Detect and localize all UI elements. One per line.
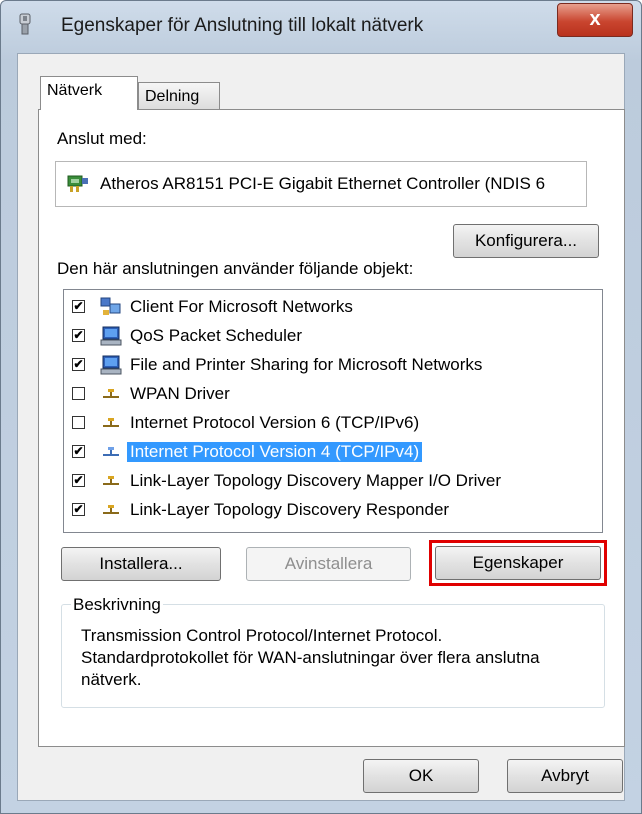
item-checkbox[interactable]: ✔ xyxy=(72,474,85,487)
ok-button[interactable]: OK xyxy=(363,759,479,793)
item-checkbox[interactable] xyxy=(72,387,85,400)
configure-button[interactable]: Konfigurera... xyxy=(453,224,599,258)
item-label: Internet Protocol Version 6 (TCP/IPv6) xyxy=(130,413,420,432)
list-item[interactable]: ✔ Client For Microsoft Networks xyxy=(64,294,602,323)
protocol-icon xyxy=(103,389,119,398)
item-checkbox[interactable]: ✔ xyxy=(72,300,85,313)
item-label: Client For Microsoft Networks xyxy=(130,297,353,316)
protocol-icon xyxy=(103,505,119,514)
protocol-icon xyxy=(103,476,119,485)
list-item-selected[interactable]: ✔ Internet Protocol Version 4 (TCP/IPv4) xyxy=(64,439,602,468)
item-label: Link-Layer Topology Discovery Responder xyxy=(130,500,450,519)
tab-sharing[interactable]: Delning xyxy=(138,82,220,110)
item-label: WPAN Driver xyxy=(130,384,230,403)
item-label: QoS Packet Scheduler xyxy=(130,326,302,345)
dialog-window: Egenskaper för Anslutning till lokalt nä… xyxy=(0,0,642,814)
item-checkbox[interactable]: ✔ xyxy=(72,358,85,371)
items-list[interactable]: ✔ Client For Microsoft Networks ✔ QoS Pa… xyxy=(63,289,603,533)
item-label: Internet Protocol Version 4 (TCP/IPv4) xyxy=(127,442,423,462)
uninstall-button[interactable]: Avinstallera xyxy=(246,547,411,581)
install-button[interactable]: Installera... xyxy=(61,547,221,581)
network-connection-icon xyxy=(19,13,31,35)
list-item[interactable]: ✔ File and Printer Sharing for Microsoft… xyxy=(64,352,602,381)
computer-icon xyxy=(100,326,122,346)
properties-highlight xyxy=(429,540,607,586)
title-bar[interactable]: Egenskaper för Anslutning till lokalt nä… xyxy=(1,1,641,51)
item-checkbox[interactable]: ✔ xyxy=(72,445,85,458)
window-title: Egenskaper för Anslutning till lokalt nä… xyxy=(61,15,424,36)
network-adapter-icon xyxy=(67,175,88,192)
adapter-field: Atheros AR8151 PCI-E Gigabit Ethernet Co… xyxy=(55,161,587,207)
description-text: Transmission Control Protocol/Internet P… xyxy=(81,626,540,689)
item-label: Link-Layer Topology Discovery Mapper I/O… xyxy=(130,471,501,490)
list-item[interactable]: ✔ Link-Layer Topology Discovery Mapper I… xyxy=(64,468,602,497)
computer-icon xyxy=(100,355,122,375)
description-title: Beskrivning xyxy=(71,595,163,615)
protocol-icon xyxy=(103,447,119,456)
connect-with-label: Anslut med: xyxy=(57,129,147,148)
close-button[interactable]: x xyxy=(557,3,633,37)
adapter-name: Atheros AR8151 PCI-E Gigabit Ethernet Co… xyxy=(100,174,546,193)
item-checkbox[interactable] xyxy=(72,416,85,429)
list-item[interactable]: WPAN Driver xyxy=(64,381,602,410)
list-item[interactable]: ✔ Link-Layer Topology Discovery Responde… xyxy=(64,497,602,526)
items-label: Den här anslutningen använder följande o… xyxy=(57,259,414,278)
item-checkbox[interactable]: ✔ xyxy=(72,503,85,516)
list-item[interactable]: ✔ QoS Packet Scheduler xyxy=(64,323,602,352)
tab-network[interactable]: Nätverk xyxy=(40,76,138,110)
cancel-button[interactable]: Avbryt xyxy=(507,759,623,793)
list-item[interactable]: Internet Protocol Version 6 (TCP/IPv6) xyxy=(64,410,602,439)
network-client-icon xyxy=(100,297,121,315)
item-label: File and Printer Sharing for Microsoft N… xyxy=(130,355,483,374)
item-checkbox[interactable]: ✔ xyxy=(72,329,85,342)
protocol-icon xyxy=(103,418,119,427)
